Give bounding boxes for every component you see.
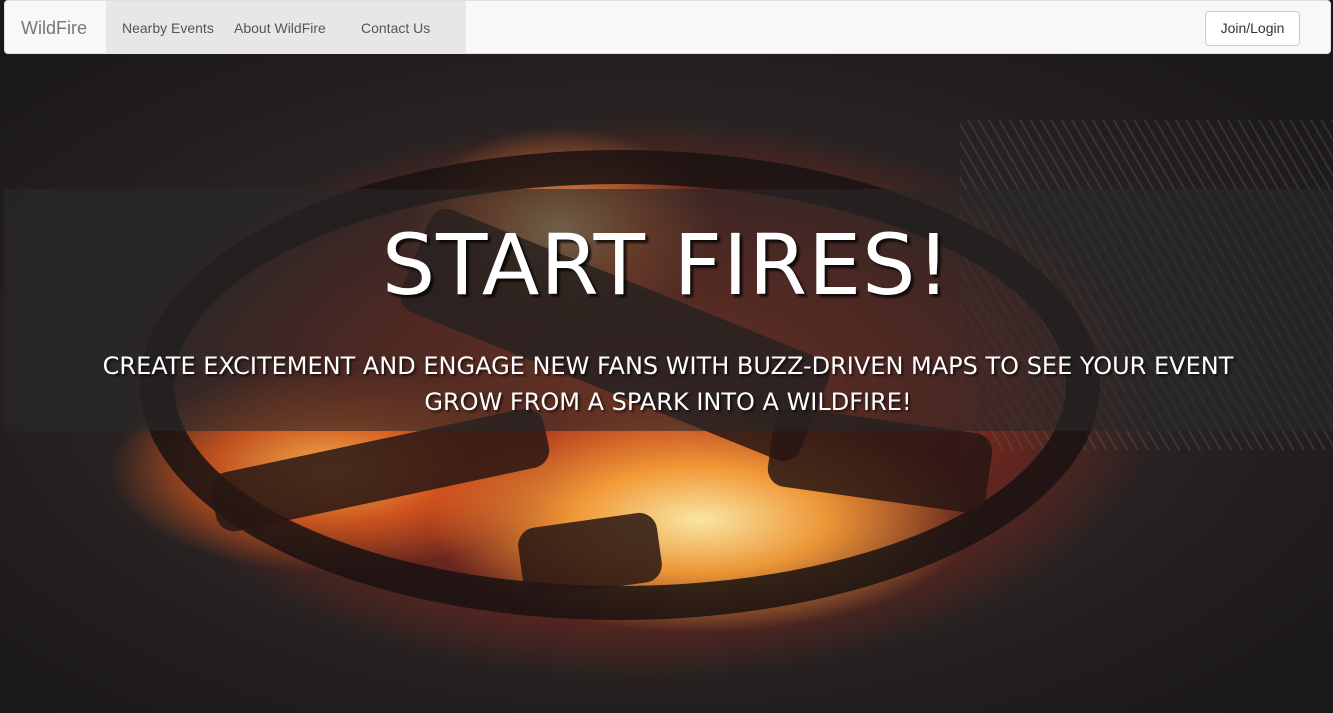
nav-link-about-wildfire[interactable]: About WildFire (234, 1, 361, 54)
page: WildFire Nearby Events About WildFire Co… (0, 0, 1333, 713)
nav-links: Nearby Events About WildFire Contact Us (106, 1, 466, 54)
navbar: WildFire Nearby Events About WildFire Co… (4, 0, 1331, 54)
hero-subtitle: CREATE EXCITEMENT AND ENGAGE NEW FANS WI… (102, 352, 1234, 416)
nav-link-contact-us[interactable]: Contact Us (361, 1, 461, 54)
join-login-button[interactable]: Join/Login (1205, 11, 1300, 46)
brand-link[interactable]: WildFire (21, 1, 87, 55)
nav-link-nearby-events[interactable]: Nearby Events (122, 1, 234, 54)
hero-title: START FIRES! (381, 216, 952, 314)
